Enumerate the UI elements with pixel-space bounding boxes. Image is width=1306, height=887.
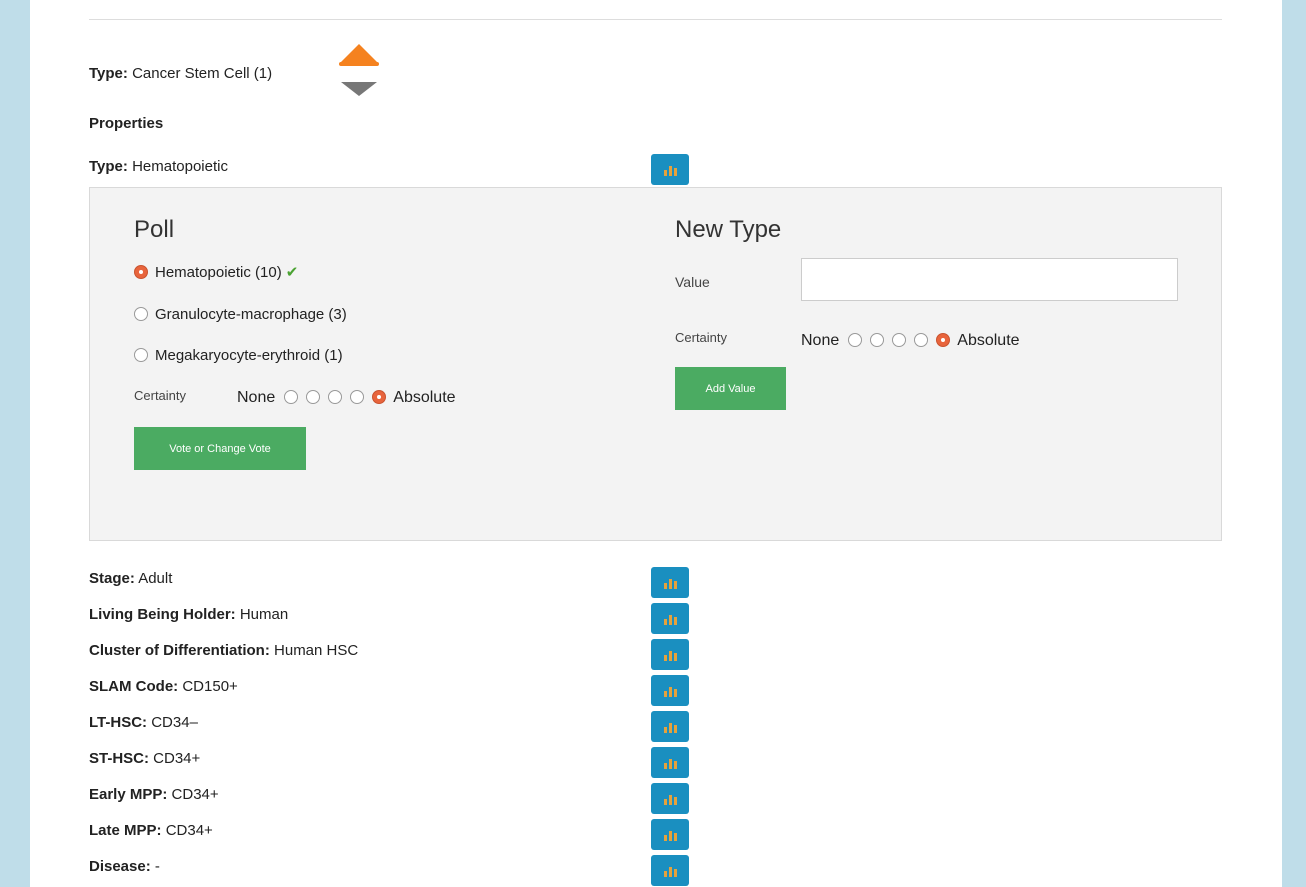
properties-heading-text: Properties <box>89 115 164 132</box>
certainty-label: Certainty <box>134 388 187 403</box>
property-row: Disease: - <box>89 857 160 877</box>
property-row: LT-HSC: CD34– <box>89 713 198 733</box>
properties-heading: Properties <box>89 114 163 134</box>
certainty-radio-1[interactable] <box>283 390 298 404</box>
property-label: Type: <box>89 158 128 175</box>
poll-option-label: Hematopoietic (10) <box>155 264 282 281</box>
checkmark-icon: ✔ <box>285 264 299 281</box>
certainty-radio-4[interactable] <box>913 333 928 347</box>
statistics-button[interactable] <box>651 855 689 886</box>
property-row: Cluster of Differentiation: Human HSC <box>89 641 358 661</box>
poll-option[interactable]: Megakaryocyte-erythroid (1) <box>134 346 343 366</box>
certainty-radio-5[interactable] <box>935 333 950 347</box>
certainty-min-label: None <box>801 332 840 349</box>
property-type-row: Type: Hematopoietic <box>89 157 228 177</box>
type-value: Cancer Stem Cell (1) <box>132 65 273 82</box>
property-label: LT-HSC: <box>89 714 148 731</box>
property-value: CD150+ <box>182 678 238 695</box>
certainty-radio-2[interactable] <box>869 333 884 347</box>
value-input[interactable] <box>801 258 1178 301</box>
property-value: CD34+ <box>171 786 219 803</box>
property-label: Cluster of Differentiation: <box>89 642 270 659</box>
property-label: Disease: <box>89 858 151 875</box>
poll-panel: Poll Hematopoietic (10) ✔ Granulocyte-mac… <box>89 187 1222 541</box>
poll-option-label: Megakaryocyte-erythroid (1) <box>155 347 343 364</box>
certainty-scale: None Absolute <box>237 388 456 408</box>
property-label: SLAM Code: <box>89 678 179 695</box>
property-label: ST-HSC: <box>89 750 149 767</box>
property-label: Early MPP: <box>89 786 168 803</box>
property-value: Human HSC <box>274 642 359 659</box>
radio-icon[interactable] <box>134 348 148 362</box>
property-value: CD34+ <box>165 822 213 839</box>
statistics-button[interactable] <box>651 711 689 742</box>
vote-arrows <box>337 44 381 100</box>
certainty-radio-2[interactable] <box>305 390 320 404</box>
statistics-button[interactable] <box>651 603 689 634</box>
radio-icon[interactable] <box>134 307 148 321</box>
property-value: - <box>154 858 160 875</box>
downvote-arrow-icon[interactable] <box>341 82 377 96</box>
statistics-button[interactable] <box>651 639 689 670</box>
type-label: Type: <box>89 65 128 82</box>
certainty-radio-3[interactable] <box>891 333 906 347</box>
stem-cell-type: Type: Cancer Stem Cell (1) <box>89 64 272 84</box>
content-page: Type: Cancer Stem Cell (1) Properties Ty… <box>30 0 1282 887</box>
certainty-max-label: Absolute <box>957 332 1020 349</box>
property-label: Stage: <box>89 570 135 587</box>
property-value: CD34– <box>151 714 198 731</box>
property-value: CD34+ <box>153 750 201 767</box>
radio-selected-icon[interactable] <box>134 265 148 279</box>
certainty-radio-5[interactable] <box>371 390 386 404</box>
new-type-title: New Type <box>675 216 782 243</box>
property-row: SLAM Code: CD150+ <box>89 677 238 697</box>
certainty-label: Certainty <box>675 330 728 345</box>
property-row: Early MPP: CD34+ <box>89 785 219 805</box>
property-row: Late MPP: CD34+ <box>89 821 213 841</box>
property-value: Hematopoietic <box>132 158 228 175</box>
poll-option[interactable]: Granulocyte-macrophage (3) <box>134 305 347 325</box>
certainty-min-label: None <box>237 389 276 406</box>
certainty-radio-4[interactable] <box>349 390 364 404</box>
certainty-radio-3[interactable] <box>327 390 342 404</box>
property-row: Living Being Holder: Human <box>89 605 288 625</box>
poll-option[interactable]: Hematopoietic (10) ✔ <box>134 263 298 283</box>
property-value: Human <box>239 606 289 623</box>
value-label: Value <box>675 274 710 290</box>
certainty-max-label: Absolute <box>393 389 456 406</box>
statistics-button[interactable] <box>651 567 689 598</box>
statistics-button[interactable] <box>651 154 689 185</box>
certainty-radio-1[interactable] <box>847 333 862 347</box>
statistics-button[interactable] <box>651 783 689 814</box>
statistics-button[interactable] <box>651 819 689 850</box>
property-row: ST-HSC: CD34+ <box>89 749 200 769</box>
property-label: Living Being Holder: <box>89 606 236 623</box>
property-label: Late MPP: <box>89 822 162 839</box>
property-value: Adult <box>138 570 173 587</box>
upvote-arrow-icon[interactable] <box>339 44 379 64</box>
property-row: Stage: Adult <box>89 569 172 589</box>
statistics-button[interactable] <box>651 675 689 706</box>
certainty-scale: None Absolute <box>801 331 1020 351</box>
add-value-button[interactable]: Add Value <box>675 367 786 410</box>
poll-option-label: Granulocyte-macrophage (3) <box>155 306 347 323</box>
statistics-button[interactable] <box>651 747 689 778</box>
upvote-arrow-base[interactable] <box>339 62 379 66</box>
divider <box>89 19 1222 20</box>
poll-title: Poll <box>134 216 175 243</box>
vote-button[interactable]: Vote or Change Vote <box>134 427 306 470</box>
